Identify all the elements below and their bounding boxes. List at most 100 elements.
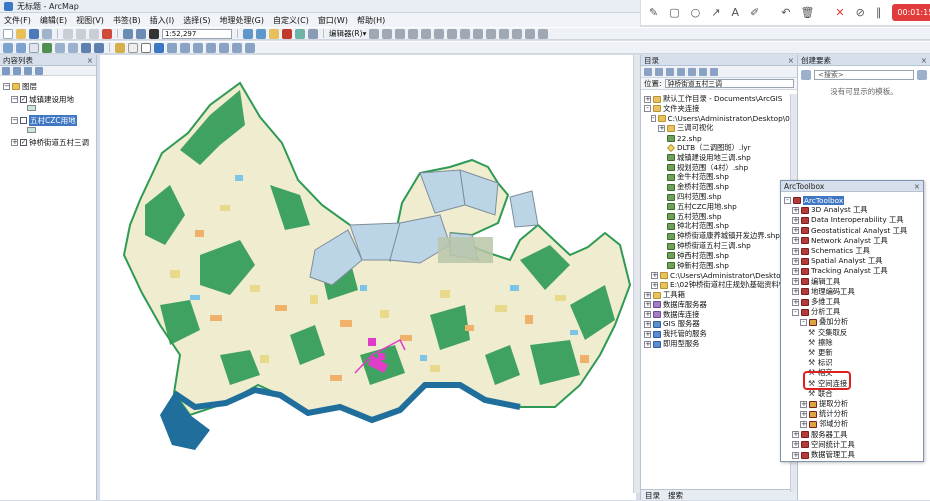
sketch-properties-icon[interactable] bbox=[525, 28, 536, 39]
toggle-contents-icon[interactable] bbox=[699, 68, 707, 76]
toolbox-item[interactable]: + 提取分析 bbox=[800, 399, 848, 409]
layer-visibility-checkbox[interactable]: ✓ bbox=[20, 96, 27, 103]
layer-visibility-checkbox[interactable]: ✓ bbox=[20, 139, 27, 146]
expand-icon[interactable]: + bbox=[644, 340, 651, 348]
expand-icon[interactable]: + bbox=[651, 281, 658, 289]
zoom-in-icon[interactable] bbox=[3, 42, 13, 53]
open-icon[interactable] bbox=[16, 28, 26, 39]
select-features-icon[interactable] bbox=[115, 42, 125, 53]
clear-selection-icon[interactable] bbox=[128, 42, 138, 53]
expand-icon[interactable]: + bbox=[792, 298, 799, 306]
collapse-icon[interactable]: - bbox=[800, 318, 807, 326]
options-icon[interactable] bbox=[710, 68, 718, 76]
add-data-icon[interactable] bbox=[149, 28, 159, 39]
menu-geoprocessing[interactable]: 地理处理(G) bbox=[220, 15, 264, 26]
catalog-item[interactable]: + 三调可视化 bbox=[658, 123, 808, 133]
toolbox-tool[interactable]: ⚒ 擦除 bbox=[808, 338, 833, 348]
print-icon[interactable] bbox=[42, 28, 52, 39]
expand-icon[interactable]: + bbox=[644, 330, 651, 338]
layer-name[interactable]: 城镇建设用地 bbox=[29, 94, 74, 105]
organize-templates-icon[interactable] bbox=[801, 69, 811, 80]
fixed-zoom-out-icon[interactable] bbox=[68, 42, 78, 53]
undo-icon[interactable]: ↶ bbox=[781, 6, 790, 19]
collapse-icon[interactable]: - bbox=[651, 115, 656, 123]
tab-catalog[interactable]: 目录 bbox=[645, 490, 660, 501]
home-icon[interactable] bbox=[677, 68, 685, 76]
menu-help[interactable]: 帮助(H) bbox=[357, 15, 385, 26]
collapse-icon[interactable]: − bbox=[3, 83, 10, 90]
expand-icon[interactable]: + bbox=[792, 237, 799, 245]
layer-name[interactable]: 钟桥街道五村三调 bbox=[29, 137, 89, 148]
toolbox-item[interactable]: + 空间统计工具 bbox=[792, 440, 855, 450]
toc-layer-row[interactable]: − 五村CZC用地 bbox=[11, 115, 77, 126]
goto-xy-icon[interactable] bbox=[193, 42, 203, 53]
list-by-visibility-icon[interactable] bbox=[24, 67, 32, 75]
paste-icon[interactable] bbox=[89, 28, 99, 39]
catalog-item[interactable]: 城镇建设用地三调.shp bbox=[658, 153, 808, 163]
arctoolbox-icon[interactable] bbox=[282, 28, 292, 39]
toolbox-item[interactable]: + Geostatistical Analyst 工具 bbox=[792, 226, 907, 236]
time-slider-icon[interactable] bbox=[245, 42, 255, 53]
toolbox-item[interactable]: + 编辑工具 bbox=[792, 277, 840, 287]
catalog-item[interactable]: - 文件夹连接 bbox=[644, 104, 794, 114]
menu-file[interactable]: 文件(F) bbox=[4, 15, 31, 26]
expand-icon[interactable]: + bbox=[800, 420, 807, 428]
collapse-icon[interactable]: - bbox=[784, 196, 791, 204]
trash-icon[interactable]: 🗑 bbox=[800, 6, 814, 19]
toolbox-item[interactable]: + 地理编码工具 bbox=[792, 287, 855, 297]
edit-vertices-icon[interactable] bbox=[447, 28, 458, 39]
menu-view[interactable]: 视图(V) bbox=[76, 15, 104, 26]
expand-icon[interactable]: + bbox=[792, 206, 799, 214]
attributes-icon[interactable] bbox=[512, 28, 523, 39]
create-features-icon[interactable] bbox=[538, 28, 549, 39]
catalog-item[interactable]: + GIS 服务器 bbox=[644, 319, 794, 329]
highlighter-icon[interactable]: ✐ bbox=[750, 6, 759, 19]
edit-tool-icon[interactable] bbox=[369, 28, 380, 39]
toolbox-item[interactable]: +3D Analyst 工具 bbox=[792, 205, 868, 215]
expand-icon[interactable]: + bbox=[644, 95, 651, 103]
find-icon[interactable] bbox=[167, 42, 177, 53]
catalog-item[interactable]: 22.shp bbox=[658, 133, 808, 143]
expand-icon[interactable]: + bbox=[644, 320, 651, 328]
pan-icon[interactable] bbox=[29, 42, 39, 53]
layer-name[interactable]: 五村CZC用地 bbox=[29, 115, 77, 126]
toolbox-item[interactable]: + Tracking Analyst 工具 bbox=[792, 266, 888, 276]
list-by-drawing-order-icon[interactable] bbox=[2, 67, 10, 75]
search-icon[interactable] bbox=[917, 69, 927, 80]
delete-icon[interactable] bbox=[102, 28, 112, 39]
toolbox-tool[interactable]: ⚒ 联合 bbox=[808, 389, 833, 399]
menu-edit[interactable]: 编辑(E) bbox=[40, 15, 67, 26]
toolbox-item[interactable]: + Network Analyst 工具 bbox=[792, 236, 888, 246]
list-by-source-icon[interactable] bbox=[13, 67, 21, 75]
pause-icon[interactable]: ∥ bbox=[876, 6, 882, 19]
mute-icon[interactable]: ✕ bbox=[835, 6, 844, 19]
pen-icon[interactable]: ✎ bbox=[649, 6, 658, 19]
menu-bookmarks[interactable]: 书签(B) bbox=[113, 15, 141, 26]
expand-icon[interactable]: + bbox=[792, 288, 799, 296]
expand-icon[interactable]: + bbox=[792, 451, 799, 459]
fixed-zoom-in-icon[interactable] bbox=[55, 42, 65, 53]
redo-icon[interactable] bbox=[136, 28, 146, 39]
editor-menu[interactable]: 编辑器(R)▾ bbox=[329, 28, 366, 39]
catalog-item[interactable]: - C:\Users\Administrator\Desktop\02钟 bbox=[651, 114, 801, 124]
catalog-item[interactable]: + 我托管的服务 bbox=[644, 329, 794, 339]
measure-icon[interactable] bbox=[206, 42, 216, 53]
catalog-item[interactable]: + 即用型服务 bbox=[644, 339, 794, 349]
close-icon[interactable]: × bbox=[788, 55, 794, 65]
toolbox-item[interactable]: + Spatial Analyst 工具 bbox=[792, 256, 882, 266]
menu-selection[interactable]: 选择(S) bbox=[183, 15, 210, 26]
rectangle-icon[interactable]: ▢ bbox=[669, 6, 679, 19]
catalog-item[interactable]: + E:\02钟桥街道村庄规划\基础资料\新 bbox=[651, 280, 801, 290]
expand-icon[interactable]: + bbox=[792, 431, 799, 439]
list-by-selection-icon[interactable] bbox=[35, 67, 43, 75]
toolbox-tool[interactable]: ⚒ 交集取反 bbox=[808, 328, 847, 338]
expand-icon[interactable]: + bbox=[11, 139, 18, 146]
recording-timer[interactable]: 00:01:15 结束 bbox=[892, 4, 930, 21]
select-elements-icon[interactable] bbox=[141, 42, 151, 53]
model-builder-icon[interactable] bbox=[308, 28, 318, 39]
toolbox-tool[interactable]: ⚒ 更新 bbox=[808, 348, 833, 358]
collapse-icon[interactable]: - bbox=[644, 105, 651, 113]
close-icon[interactable]: × bbox=[921, 55, 927, 65]
collapse-icon[interactable]: − bbox=[11, 117, 18, 124]
arrow-icon[interactable]: ↗ bbox=[711, 6, 720, 19]
